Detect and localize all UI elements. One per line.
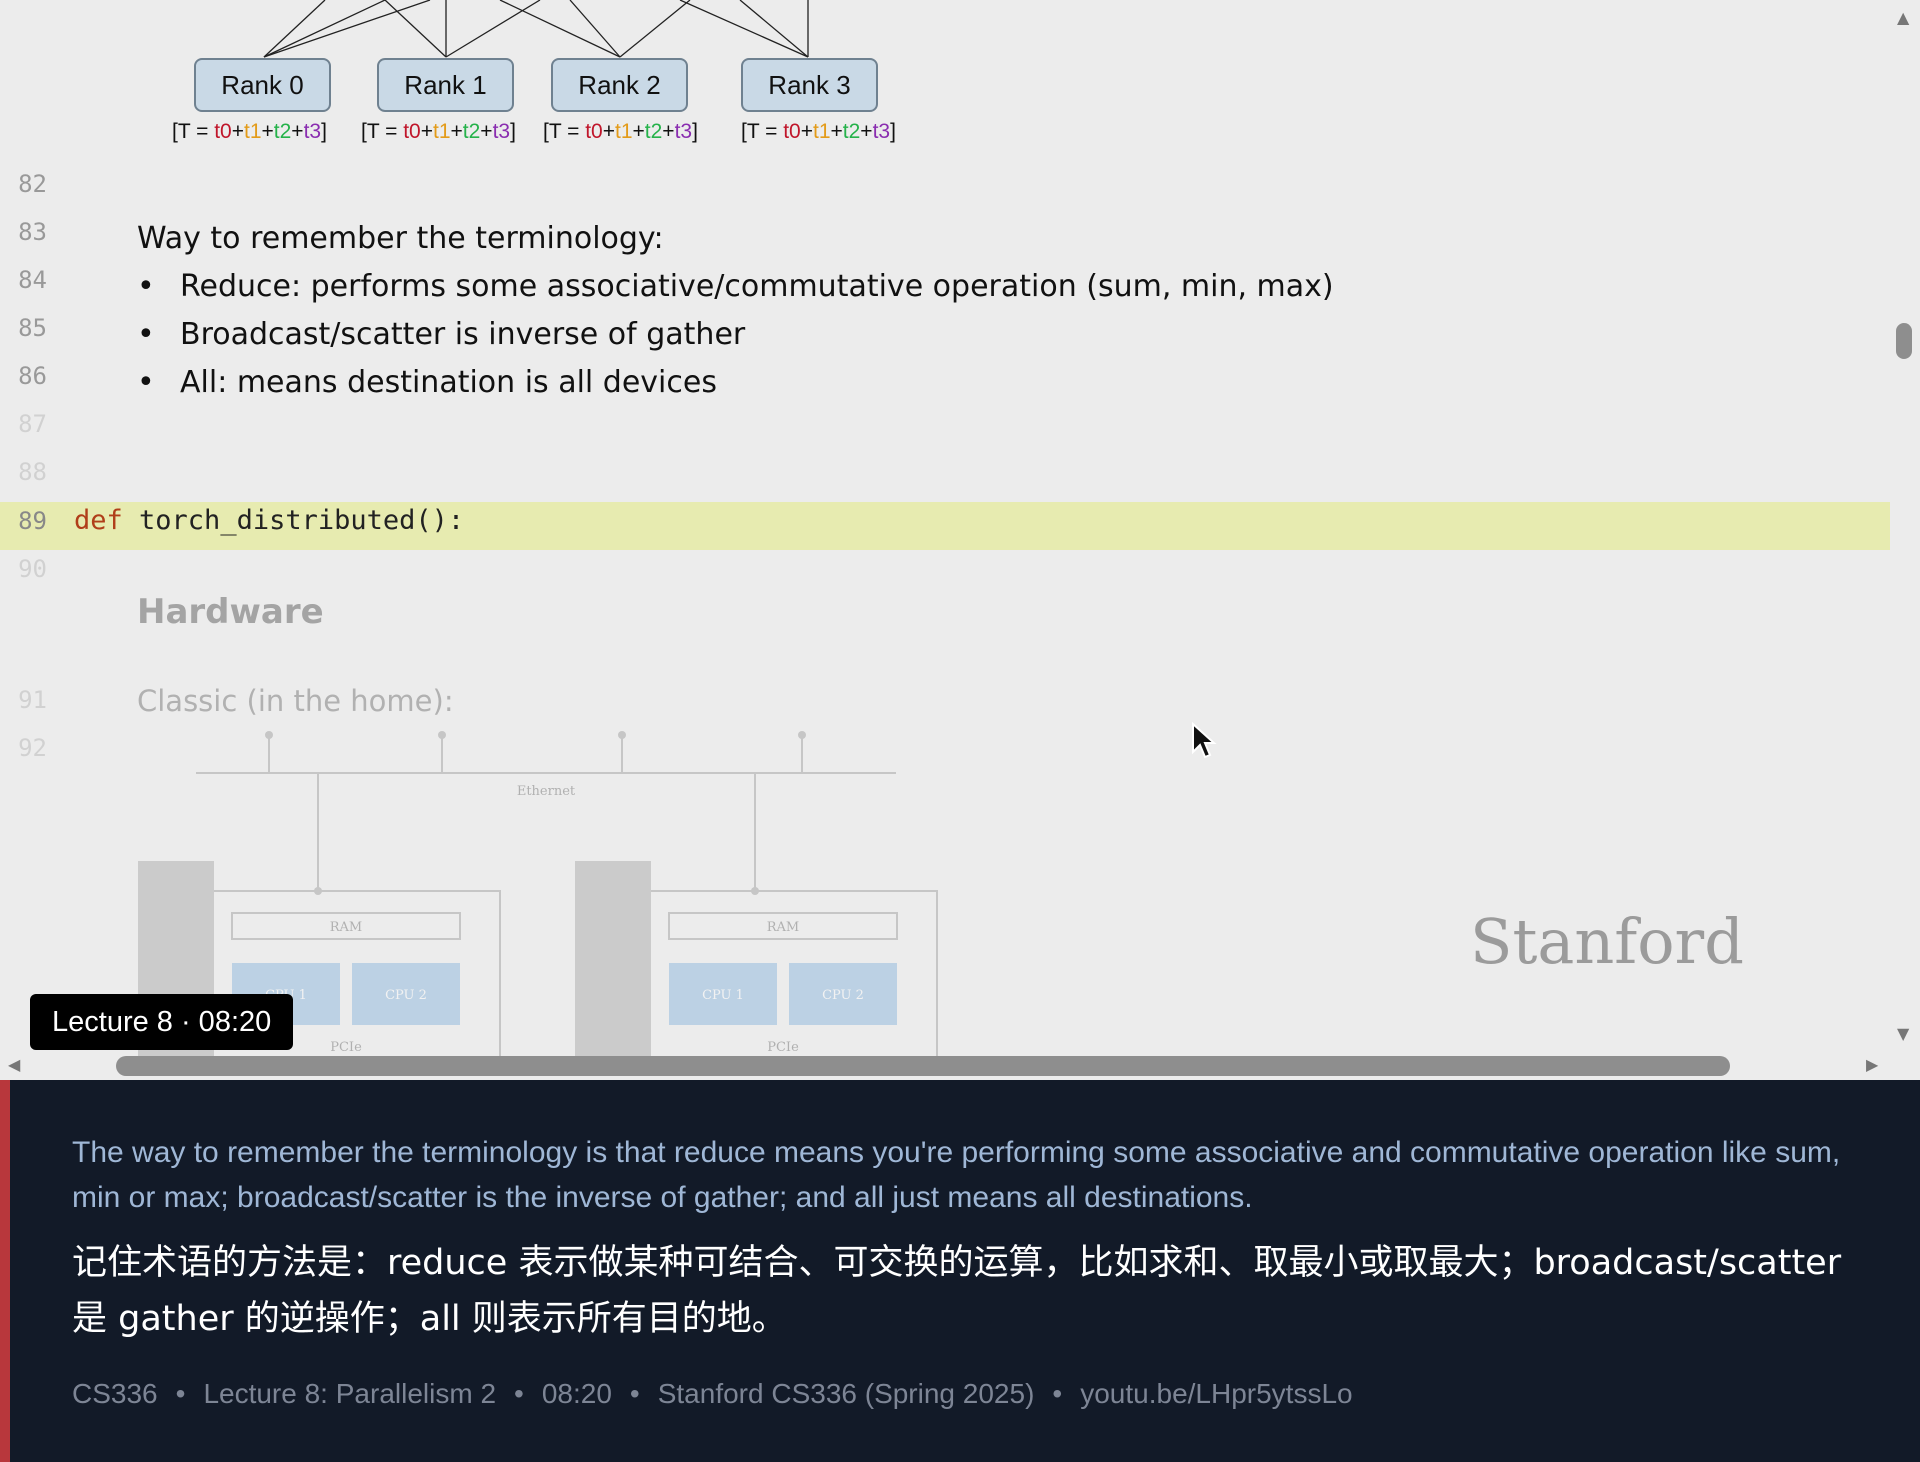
- line-number: 88: [18, 458, 47, 486]
- ram-label-1: RAM: [330, 920, 363, 935]
- classic-subheading: Classic (in the home):: [137, 684, 454, 718]
- meta-course: CS336: [72, 1378, 158, 1409]
- line-number: 86: [18, 362, 47, 390]
- rank-2-sum: [T = t0+t1+t2+t3]: [543, 120, 698, 143]
- video-meta: CS336 • Lecture 8: Parallelism 2 • 08:20 • Sta…: [72, 1378, 1353, 1409]
- line-number: 87: [18, 410, 47, 438]
- stanford-watermark: Stanford: [1470, 905, 1744, 978]
- cpu2-label-2: CPU 2: [822, 988, 864, 1003]
- meta-time: 08:20: [541, 1378, 612, 1409]
- rank-0-sum: [T = t0+t1+t2+t3]: [172, 120, 327, 143]
- rank-3-box: Rank 3: [741, 58, 878, 112]
- bullet-reduce: • Reduce: performs some associative/commu…: [137, 269, 1334, 304]
- lecture-timestamp-badge: Lecture 8 · 08:20: [30, 994, 294, 1050]
- line-number: 84: [18, 266, 47, 294]
- notebook-viewer: Rank 0 Rank 1 Rank 2 Rank 3 [T = t0+t1+t…: [0, 0, 1920, 1080]
- subtitle-panel: The way to remember the terminology is t…: [0, 1080, 1920, 1462]
- code-line-def[interactable]: def torch_distributed():: [74, 505, 464, 536]
- pcie-label-1: PCIe: [330, 1040, 362, 1055]
- ram-label-2: RAM: [767, 920, 800, 935]
- vertical-scrollbar-thumb[interactable]: [1896, 323, 1912, 359]
- line-number: 85: [18, 314, 47, 342]
- allreduce-connections: [263, 0, 809, 58]
- meta-lecture: Lecture 8: Parallelism 2: [203, 1378, 497, 1409]
- mouse-cursor-icon: [1192, 722, 1217, 759]
- meta-link[interactable]: youtu.be/LHpr5ytssLo: [1080, 1378, 1352, 1409]
- scroll-right-icon[interactable]: ▶: [1866, 1055, 1878, 1074]
- bullet-all: • All: means destination is all devices: [137, 365, 717, 400]
- line-number: 92: [18, 734, 47, 762]
- meta-source: Stanford CS336 (Spring 2025): [657, 1378, 1035, 1409]
- english-subtitle: The way to remember the terminology is t…: [72, 1136, 1841, 1214]
- line-number: 82: [18, 170, 47, 198]
- pcie-label-2: PCIe: [767, 1040, 799, 1055]
- horizontal-scrollbar-thumb[interactable]: [116, 1056, 1730, 1076]
- accent-bar: [0, 1080, 10, 1462]
- line-number-current: 89: [18, 507, 47, 535]
- chinese-subtitle: 记住术语的方法是：reduce 表示做某种可结合、可交换的运算，比如求和、取最小…: [72, 1243, 1842, 1339]
- ethernet-label: Ethernet: [517, 784, 576, 799]
- bullet-broadcast: • Broadcast/scatter is inverse of gather: [137, 317, 746, 352]
- rank-3-sum: [T = t0+t1+t2+t3]: [741, 120, 896, 143]
- scroll-up-icon[interactable]: ▲: [1897, 8, 1909, 27]
- rank-2-box: Rank 2: [551, 58, 688, 112]
- cpu1-label-2: CPU 1: [702, 988, 744, 1003]
- rank-1-sum: [T = t0+t1+t2+t3]: [361, 120, 516, 143]
- cpu2-label-1: CPU 2: [385, 988, 427, 1003]
- terminology-heading: Way to remember the terminology:: [137, 221, 664, 256]
- scroll-down-icon[interactable]: ▼: [1897, 1024, 1909, 1043]
- line-number: 83: [18, 218, 47, 246]
- line-number: 90: [18, 555, 47, 583]
- line-number: 91: [18, 686, 47, 714]
- rank-1-box: Rank 1: [377, 58, 514, 112]
- hardware-heading: Hardware: [137, 592, 324, 632]
- rank-0-box: Rank 0: [194, 58, 331, 112]
- scroll-left-icon[interactable]: ◀: [8, 1055, 20, 1074]
